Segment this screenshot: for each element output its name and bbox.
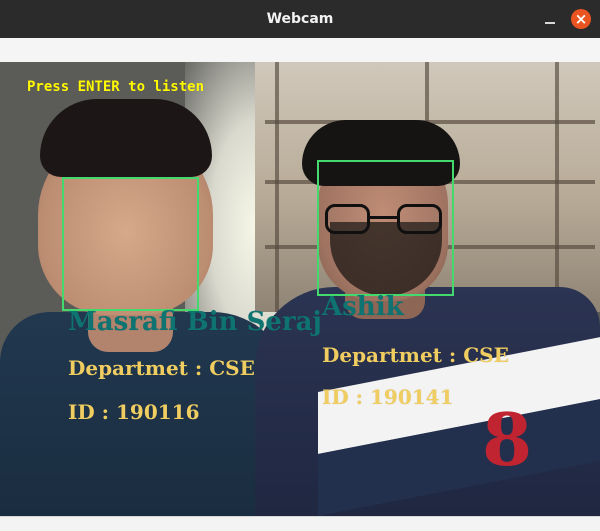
listen-prompt: Press ENTER to listen — [27, 79, 205, 95]
window-titlebar: Webcam × — [0, 0, 600, 38]
close-icon: × — [574, 10, 588, 28]
webcam-feed: 8 Press ENTER to listen Masrafi Bin Sera… — [0, 62, 600, 516]
window-title: Webcam — [266, 11, 334, 27]
top-frame-strip — [0, 38, 600, 63]
minimize-icon — [545, 22, 555, 24]
left-person-hair — [40, 99, 212, 177]
left-person-name: Masrafi Bin Seraj — [68, 307, 322, 337]
cabinet-frame-line — [555, 62, 559, 312]
left-person-id: ID : 190116 — [68, 400, 200, 424]
face-detection-box-left — [62, 177, 199, 311]
cabinet-frame-line — [275, 62, 279, 312]
shirt-logo-eight: 8 — [481, 397, 533, 482]
right-person-name: Ashik — [322, 292, 404, 322]
bottom-frame-strip — [0, 516, 600, 531]
right-person-department: Departmet : CSE — [322, 343, 509, 367]
webcam-window: Webcam × 8 Press ENTER to listen Masrafi… — [0, 0, 600, 531]
minimize-button[interactable] — [540, 9, 560, 29]
close-button[interactable]: × — [571, 9, 591, 29]
face-detection-box-right — [317, 160, 454, 296]
right-person-id: ID : 190141 — [322, 385, 454, 409]
left-person-department: Departmet : CSE — [68, 356, 255, 380]
